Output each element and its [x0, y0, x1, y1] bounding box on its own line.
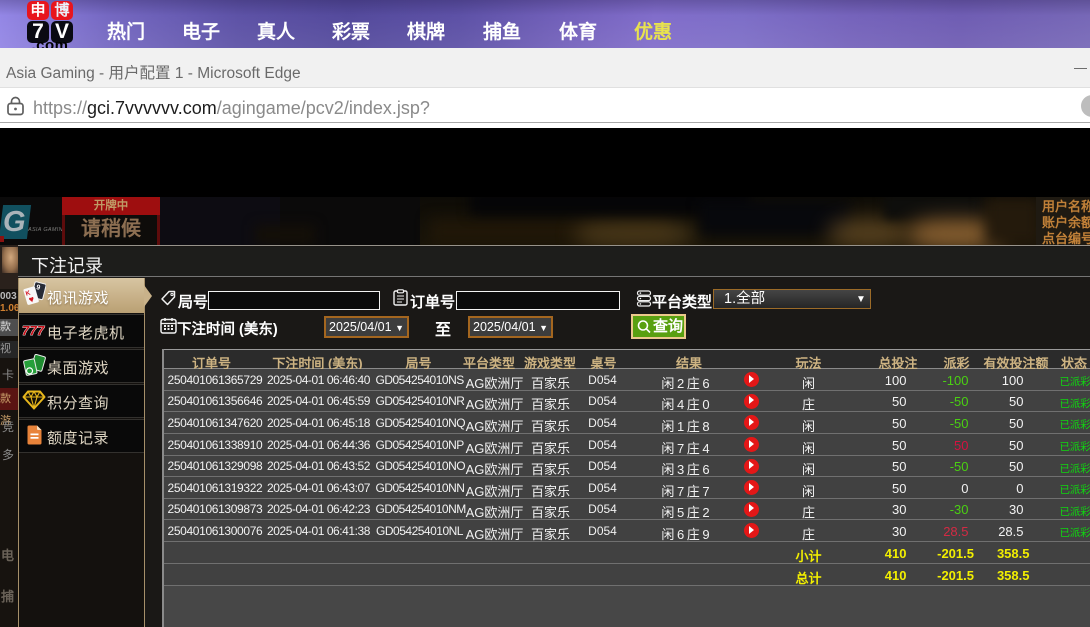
svg-text:7: 7	[37, 323, 45, 338]
